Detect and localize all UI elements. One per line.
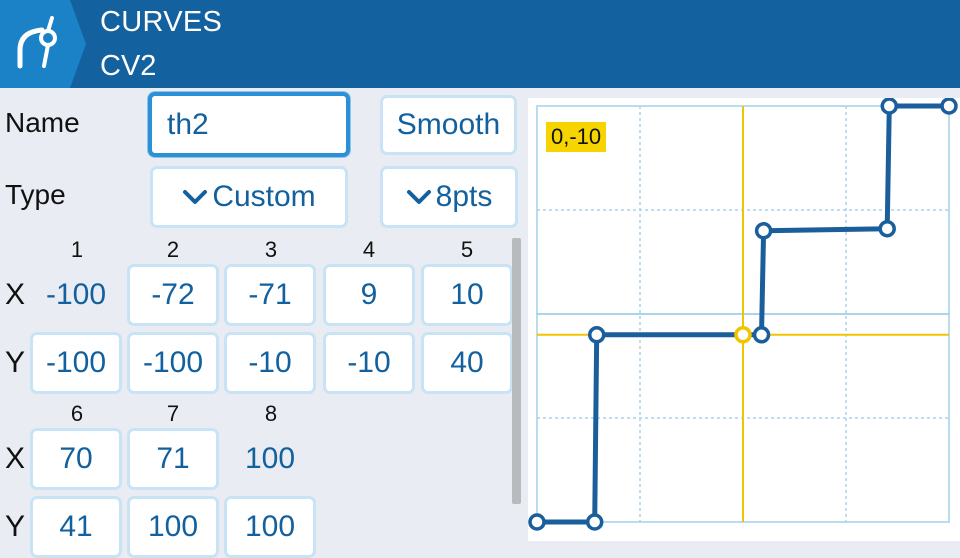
- name-input[interactable]: th2: [148, 92, 350, 157]
- point-4-y-field[interactable]: -10: [323, 332, 415, 394]
- curve-point: [585, 513, 604, 531]
- curve-graph[interactable]: [528, 97, 960, 541]
- column-number: 3: [264, 237, 278, 262]
- points-count-value: 8pts: [435, 180, 493, 213]
- column-number: 7: [166, 401, 180, 426]
- smooth-label: Smooth: [396, 108, 501, 141]
- curve-name-subtitle: CV2: [100, 50, 157, 82]
- chevron-down-icon: [182, 189, 208, 205]
- point-7-y-field[interactable]: 100: [127, 496, 219, 558]
- name-input-value: th2: [167, 107, 209, 141]
- point-6-y-field[interactable]: 41: [30, 496, 122, 558]
- header-bar: CURVES CV2: [0, 0, 960, 88]
- point-2-x-field[interactable]: -72: [127, 264, 219, 326]
- point-4-x-field[interactable]: 9: [323, 264, 415, 326]
- cursor-point: [734, 326, 752, 344]
- chevron-down-icon: [406, 189, 432, 205]
- point-5-y-field[interactable]: 40: [421, 332, 513, 394]
- curve-point: [880, 97, 899, 115]
- x-row-label: X: [5, 442, 26, 475]
- column-number: 4: [362, 237, 376, 262]
- point-3-y-field[interactable]: -10: [224, 332, 316, 394]
- y-row-label: Y: [5, 510, 26, 543]
- curve-icon: [17, 16, 57, 69]
- point-1-x-value: -100: [45, 278, 107, 311]
- y-row-label: Y: [5, 346, 26, 379]
- column-number: 5: [460, 237, 474, 262]
- type-value: Custom: [212, 180, 316, 213]
- column-number: 6: [70, 401, 84, 426]
- point-3-x-field[interactable]: -71: [224, 264, 316, 326]
- points-count-dropdown[interactable]: 8pts: [380, 166, 518, 228]
- point-6-x-field[interactable]: 70: [30, 428, 122, 490]
- curve-point: [528, 513, 546, 531]
- curve-point: [878, 219, 896, 238]
- curve-point: [752, 326, 771, 344]
- points-scrollbar[interactable]: [512, 238, 521, 504]
- point-8-y-field[interactable]: 100: [224, 496, 316, 558]
- cursor-coordinate-badge: 0,-10: [546, 122, 607, 152]
- curve-point: [940, 97, 958, 115]
- type-label: Type: [5, 179, 66, 210]
- column-number: 1: [70, 237, 84, 262]
- x-row-label: X: [5, 278, 26, 311]
- smooth-toggle-button[interactable]: Smooth: [380, 95, 517, 155]
- type-dropdown[interactable]: Custom: [150, 166, 348, 228]
- point-1-y-field[interactable]: -100: [30, 332, 122, 394]
- curve-graph-canvas: [528, 97, 958, 531]
- point-7-x-field[interactable]: 71: [127, 428, 219, 490]
- column-number: 2: [166, 237, 180, 262]
- page-title: CURVES: [100, 6, 223, 38]
- column-number: 8: [264, 401, 278, 426]
- point-8-x-value: 100: [244, 442, 296, 475]
- curve-point: [587, 326, 606, 344]
- curves-menu-button[interactable]: [0, 0, 86, 88]
- point-2-y-field[interactable]: -100: [127, 332, 219, 394]
- name-label: Name: [5, 107, 80, 138]
- point-5-x-field[interactable]: 10: [421, 264, 513, 326]
- curve-point: [754, 222, 773, 240]
